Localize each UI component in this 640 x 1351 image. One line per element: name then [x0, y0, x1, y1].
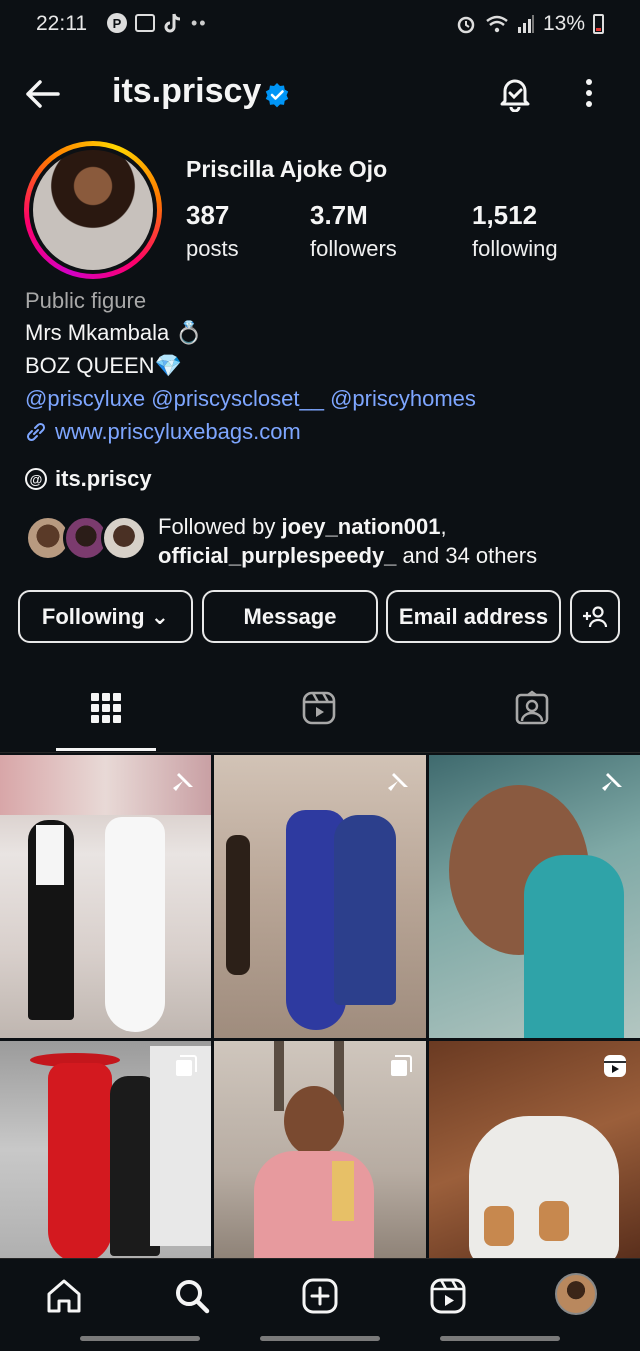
avatar: [101, 515, 147, 561]
reel-icon: [604, 1055, 626, 1077]
reels-icon[interactable]: [428, 1276, 468, 1316]
website-url[interactable]: www.priscyluxebags.com: [55, 419, 301, 445]
status-bar: 22:11 P •• 13%: [0, 0, 640, 50]
profile-category: Public figure: [25, 288, 147, 313]
gallery-icon: [135, 14, 155, 32]
followed-by-suffix: and 34 others: [396, 543, 538, 568]
search-icon[interactable]: [172, 1276, 212, 1316]
active-tab-indicator: [56, 748, 156, 751]
bio-line: BOZ QUEEN💎: [25, 353, 182, 378]
tagged-tab-icon[interactable]: [514, 690, 550, 726]
post-tile[interactable]: [214, 755, 426, 1038]
grid-posts-icon[interactable]: [88, 690, 124, 726]
followed-by-comma: ,: [440, 514, 447, 539]
threads-handle: its.priscy: [55, 466, 152, 491]
notification-icons: P ••: [107, 12, 208, 34]
link-icon: [26, 422, 46, 442]
pinned-icon: [173, 773, 193, 791]
back-gesture-bar[interactable]: [440, 1336, 560, 1341]
profile-full-name: Priscilla Ajoke Ojo: [186, 156, 388, 182]
followers-label[interactable]: followers: [310, 236, 397, 262]
carousel-icon: [391, 1055, 412, 1076]
pinned-icon: [388, 773, 408, 791]
home-icon[interactable]: [44, 1276, 84, 1316]
system-icons: 13%: [455, 12, 604, 36]
followed-by-prefix: Followed by: [158, 514, 282, 539]
reels-tab-icon[interactable]: [301, 690, 337, 726]
wifi-icon: [486, 15, 508, 33]
following-count[interactable]: 1,512: [472, 200, 537, 231]
profile-avatar-nav[interactable]: [555, 1273, 597, 1315]
pinned-icon: [602, 773, 622, 791]
home-gesture-bar[interactable]: [260, 1336, 380, 1341]
tiktok-icon: [164, 13, 181, 33]
post-tile[interactable]: [429, 755, 640, 1038]
create-post-icon[interactable]: [300, 1276, 340, 1316]
followed-by-text[interactable]: Followed by joey_nation001, official_purp…: [158, 512, 628, 570]
website-link[interactable]: www.priscyluxebags.com: [25, 419, 301, 445]
pinterest-icon: P: [107, 13, 127, 33]
threads-icon: @: [25, 468, 47, 490]
posts-label[interactable]: posts: [186, 236, 239, 262]
battery-percent: 13%: [542, 12, 585, 35]
status-time: 22:11: [36, 12, 87, 35]
post-tile[interactable]: [0, 1041, 211, 1258]
battery-icon: [593, 14, 604, 34]
post-tile[interactable]: [214, 1041, 426, 1258]
following-label[interactable]: following: [472, 236, 558, 262]
mutual-user-1[interactable]: joey_nation001: [282, 514, 441, 539]
suggested-people-button[interactable]: [570, 590, 620, 643]
back-arrow-icon[interactable]: [22, 74, 62, 114]
message-button[interactable]: Message: [202, 590, 378, 643]
bio-line: Mrs Mkambala 💍: [25, 320, 203, 345]
recents-gesture-bar[interactable]: [80, 1336, 200, 1341]
threads-badge[interactable]: @ its.priscy: [25, 466, 152, 492]
post-tile[interactable]: [0, 755, 211, 1038]
signal-icon: [517, 15, 534, 33]
verified-badge-icon: [265, 83, 289, 108]
posts-count[interactable]: 387: [186, 200, 229, 231]
email-address-button[interactable]: Email address: [386, 590, 561, 643]
profile-avatar[interactable]: [24, 141, 162, 279]
profile-username: its.priscy: [112, 72, 262, 110]
carousel-icon: [176, 1055, 197, 1076]
post-tile[interactable]: [429, 1041, 640, 1258]
more-options-icon[interactable]: [576, 76, 602, 110]
mutual-followers-avatars[interactable]: [25, 515, 155, 565]
bio-mentions[interactable]: @priscyluxe @priscyscloset__ @priscyhome…: [25, 386, 476, 412]
following-button[interactable]: Following ⌄: [18, 590, 193, 643]
add-person-icon: [583, 605, 608, 627]
alarm-icon: [457, 16, 475, 34]
more-notifications-icon: ••: [191, 12, 208, 33]
avatar-photo: [33, 150, 153, 270]
followers-count[interactable]: 3.7M: [310, 200, 368, 231]
notifications-bell-icon[interactable]: [496, 74, 534, 112]
tabs-divider: [0, 752, 640, 753]
mutual-user-2[interactable]: official_purplespeedy_: [158, 543, 396, 568]
